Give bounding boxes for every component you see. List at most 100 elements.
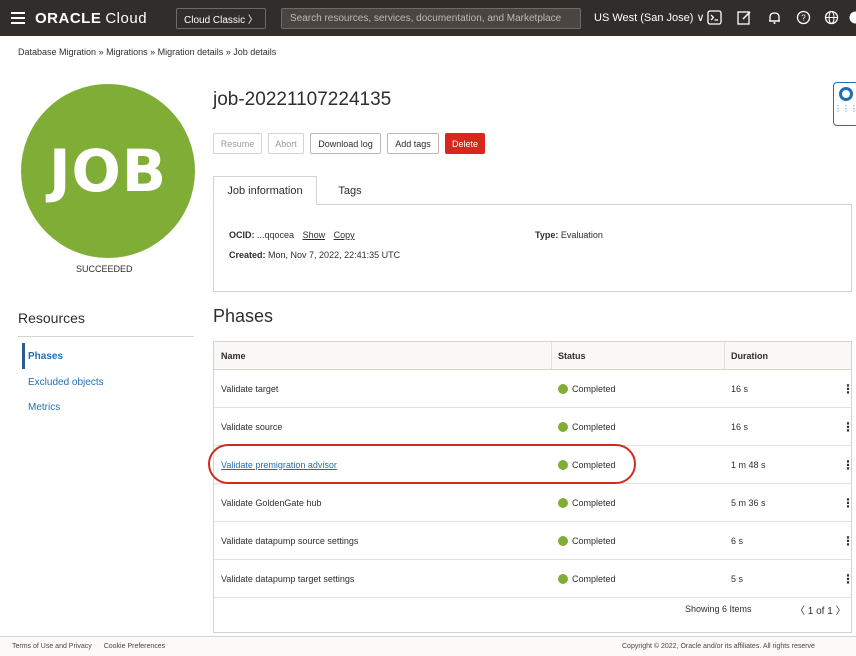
status-text: Completed bbox=[572, 573, 616, 584]
status-dot-icon bbox=[558, 573, 568, 584]
logo-suffix: Cloud bbox=[105, 9, 148, 27]
items-count: Showing 6 Items bbox=[685, 604, 752, 614]
svg-text:?: ? bbox=[801, 14, 806, 23]
highlight-annotation bbox=[208, 444, 636, 484]
lifebuoy-icon bbox=[839, 87, 853, 101]
status-text: Completed bbox=[572, 383, 616, 394]
sidebar-item-metrics[interactable]: Metrics bbox=[28, 402, 60, 413]
add-tags-button[interactable]: Add tags bbox=[387, 133, 439, 154]
cookie-preferences-link[interactable]: Cookie Preferences bbox=[104, 643, 165, 650]
phases-table: Name Status Duration Validate target Com… bbox=[213, 341, 854, 633]
sidebar-item-excluded-objects[interactable]: Excluded objects bbox=[28, 377, 104, 388]
status-text: Completed bbox=[572, 497, 616, 508]
phase-duration: 5 m 36 s bbox=[731, 497, 766, 508]
row-actions-icon[interactable]: ⋮ bbox=[842, 522, 854, 559]
region-selector[interactable]: US West (San Jose) ∨ bbox=[594, 11, 705, 24]
status-text: Completed bbox=[572, 535, 616, 546]
phase-name: Validate GoldenGate hub bbox=[221, 497, 322, 508]
status-text: Completed bbox=[572, 421, 616, 432]
phase-duration: 16 s bbox=[731, 421, 749, 432]
resume-button[interactable]: Resume bbox=[213, 133, 262, 154]
sidebar-item-phases[interactable]: Phases bbox=[28, 351, 63, 362]
row-actions-icon[interactable]: ⋮ bbox=[842, 484, 854, 521]
search-input[interactable]: Search resources, services, documentatio… bbox=[281, 8, 581, 29]
breadcrumb-migrations[interactable]: Migrations bbox=[106, 47, 148, 57]
copyright: Copyright © 2022, Oracle and/or its affi… bbox=[622, 643, 815, 650]
phase-status: Completed bbox=[558, 560, 616, 597]
edit-icon[interactable] bbox=[737, 10, 752, 25]
table-row: Validate GoldenGate hub Completed 5 m 36… bbox=[214, 484, 854, 522]
phase-name: Validate target bbox=[221, 383, 279, 394]
created-label: Created: bbox=[229, 250, 266, 260]
job-badge-text: JOB bbox=[48, 137, 168, 205]
column-header-name[interactable]: Name bbox=[221, 342, 246, 369]
breadcrumb-separator: » bbox=[225, 47, 231, 57]
row-actions-icon[interactable]: ⋮ bbox=[842, 446, 854, 483]
cloud-classic-button[interactable]: Cloud Classic 〉 bbox=[176, 8, 266, 29]
breadcrumb-job-details: Job details bbox=[233, 47, 277, 57]
phase-status: Completed bbox=[558, 370, 616, 407]
page-footer: Terms of Use and Privacy Cookie Preferen… bbox=[0, 636, 856, 656]
type-value: Evaluation bbox=[560, 230, 603, 240]
status-dot-icon bbox=[558, 497, 568, 508]
table-row: Validate target Completed 16 s ⋮ bbox=[214, 370, 854, 408]
grid-dots-icon: ⋮⋮⋮ bbox=[834, 104, 856, 113]
table-row: Validate datapump target settings Comple… bbox=[214, 560, 854, 598]
delete-button[interactable]: Delete bbox=[445, 133, 485, 154]
table-footer-row bbox=[214, 598, 851, 632]
breadcrumb: Database Migration » Migrations » Migrat… bbox=[18, 47, 276, 57]
terms-link[interactable]: Terms of Use and Privacy bbox=[12, 643, 92, 650]
row-actions-icon[interactable]: ⋮ bbox=[842, 370, 854, 407]
help-icon[interactable]: ? bbox=[796, 10, 811, 25]
pagination[interactable]: 〈 1 of 1 〉 bbox=[795, 602, 846, 617]
breadcrumb-separator: » bbox=[150, 47, 156, 57]
column-header-duration[interactable]: Duration bbox=[731, 342, 768, 369]
abort-button[interactable]: Abort bbox=[268, 133, 304, 154]
phase-name: Validate datapump target settings bbox=[221, 573, 355, 584]
phase-duration: 6 s bbox=[731, 535, 744, 546]
phase-duration: 16 s bbox=[731, 383, 749, 394]
phase-name: Validate source bbox=[221, 421, 283, 432]
job-status-label: SUCCEEDED bbox=[76, 264, 133, 274]
table-row: Validate datapump source settings Comple… bbox=[214, 522, 854, 560]
status-dot-icon bbox=[558, 535, 568, 546]
ocid-show-link[interactable]: Show bbox=[303, 230, 326, 240]
phase-duration: 5 s bbox=[731, 573, 744, 584]
row-actions-icon[interactable]: ⋮ bbox=[842, 560, 854, 597]
ocid-value: ...qqocea bbox=[257, 230, 295, 240]
active-indicator bbox=[22, 343, 25, 369]
type-label: Type: bbox=[535, 230, 559, 240]
profile-icon[interactable] bbox=[848, 10, 856, 25]
breadcrumb-migration-details[interactable]: Migration details bbox=[158, 47, 224, 57]
phase-name: Validate datapump source settings bbox=[221, 535, 359, 546]
phase-status: Completed bbox=[558, 484, 616, 521]
phase-status: Completed bbox=[558, 522, 616, 559]
cloud-shell-icon[interactable] bbox=[707, 10, 722, 25]
created-row: Created: Mon, Nov 7, 2022, 22:41:35 UTC bbox=[229, 250, 400, 260]
phase-status: Completed bbox=[558, 408, 616, 445]
ocid-label: OCID: bbox=[229, 230, 255, 240]
phases-heading: Phases bbox=[213, 306, 274, 326]
column-header-status[interactable]: Status bbox=[558, 342, 586, 369]
tab-tags[interactable]: Tags bbox=[330, 176, 370, 205]
help-widget[interactable]: ⋮⋮⋮ bbox=[833, 82, 856, 126]
oracle-logo[interactable]: ORACLE Cloud bbox=[35, 10, 147, 27]
type-row: Type: Evaluation bbox=[535, 230, 603, 240]
column-divider bbox=[724, 342, 725, 369]
status-dot-icon bbox=[558, 421, 568, 432]
tab-job-information[interactable]: Job information bbox=[213, 176, 317, 205]
bell-icon[interactable] bbox=[767, 10, 782, 25]
ocid-copy-link[interactable]: Copy bbox=[334, 230, 355, 240]
page-title: job-20221107224135 bbox=[213, 89, 392, 110]
column-divider bbox=[551, 342, 552, 369]
download-log-button[interactable]: Download log bbox=[310, 133, 381, 154]
breadcrumb-separator: » bbox=[98, 47, 104, 57]
ocid-row: OCID: ...qqocea Show Copy bbox=[229, 230, 355, 240]
breadcrumb-database-migration[interactable]: Database Migration bbox=[18, 47, 96, 57]
created-value: Mon, Nov 7, 2022, 22:41:35 UTC bbox=[268, 250, 401, 260]
globe-icon[interactable] bbox=[824, 10, 839, 25]
row-actions-icon[interactable]: ⋮ bbox=[842, 408, 854, 445]
table-header-row: Name Status Duration bbox=[214, 342, 851, 370]
status-dot-icon bbox=[558, 383, 568, 394]
hamburger-icon[interactable] bbox=[11, 12, 25, 24]
